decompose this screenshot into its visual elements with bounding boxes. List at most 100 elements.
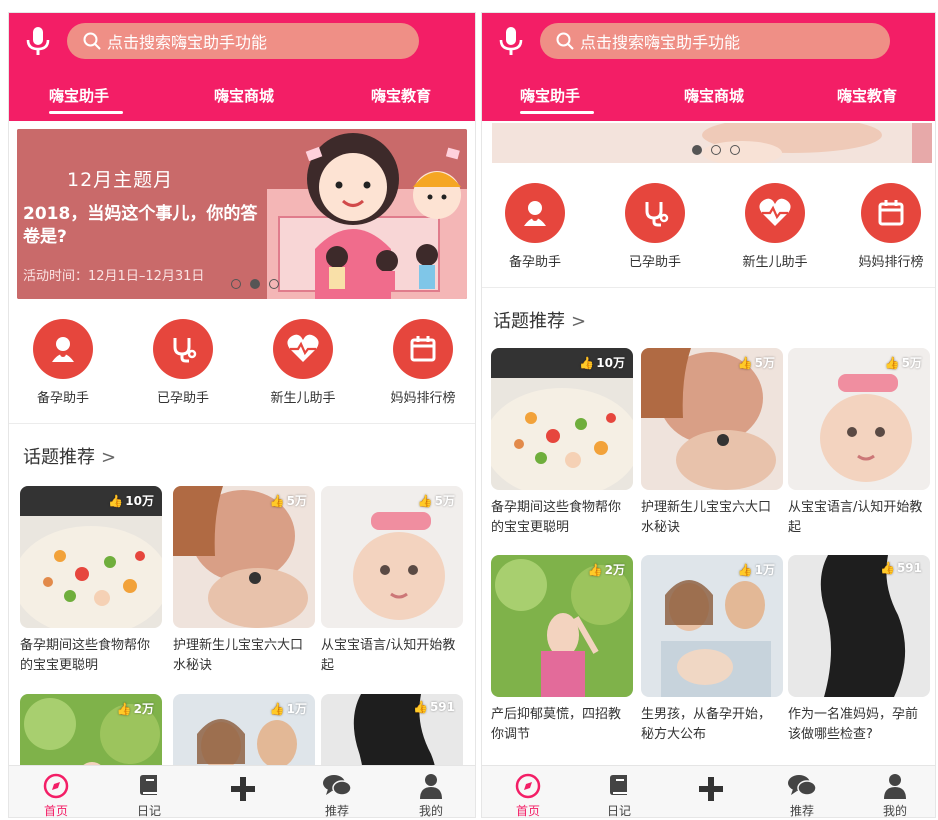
topic-card[interactable]: 👍 10万 备孕期间这些食物帮你的宝宝更聪明: [20, 486, 162, 676]
like-value: 10万: [596, 356, 625, 370]
section-title: 话题推荐: [493, 311, 565, 332]
carousel-dot[interactable]: [269, 279, 279, 289]
tab-mall[interactable]: 嗨宝商城: [214, 85, 274, 106]
like-count: 👍 5万: [738, 354, 775, 371]
quick-icon-pregnancy[interactable]: 已孕助手: [600, 183, 710, 270]
topic-card[interactable]: 👍 591 作为一名准妈妈，孕前该做哪些检查?: [788, 555, 930, 745]
stethoscope-icon: [153, 319, 213, 379]
banner-title: 12月主题月: [67, 169, 174, 191]
topic-image-silhouette: 👍 591: [788, 555, 930, 697]
like-count: 👍 1万: [270, 700, 307, 717]
nav-diary[interactable]: 日记: [109, 772, 189, 818]
thumbs-up-icon: 👍: [269, 493, 285, 508]
app-header: 点击搜索嗨宝助手功能 嗨宝助手 嗨宝商城 嗨宝教育: [9, 13, 475, 121]
person-icon: [420, 774, 442, 799]
nav-home[interactable]: 首页: [16, 772, 96, 818]
calendar-icon: [393, 319, 453, 379]
topic-card[interactable]: 👍 5万 护理新生儿宝宝六大口水秘诀: [173, 486, 315, 676]
nav-add[interactable]: [203, 772, 283, 806]
quick-icon-pregnancy[interactable]: 已孕助手: [128, 319, 238, 406]
quick-icon-label: 妈妈排行榜: [858, 255, 924, 270]
top-tabs: 嗨宝助手 嗨宝商城 嗨宝教育: [9, 69, 475, 121]
topic-image-mother-baby: 👍 5万: [641, 348, 783, 490]
nav-label: 首页: [43, 804, 68, 818]
nav-mine[interactable]: 我的: [391, 772, 471, 817]
nav-diary[interactable]: 日记: [579, 772, 659, 818]
stethoscope-icon: [625, 183, 685, 243]
topics-section-header[interactable]: 话题推荐 >: [23, 443, 116, 469]
quick-icon-label: 新生儿助手: [270, 391, 336, 406]
quick-icon-label: 已孕助手: [156, 391, 209, 406]
phone-screen-home: 点击搜索嗨宝助手功能 嗨宝助手 嗨宝商城 嗨宝教育 12月主题月 2018，当妈…: [8, 12, 476, 818]
book-icon: [610, 775, 627, 795]
tab-assistant[interactable]: 嗨宝助手: [520, 85, 580, 106]
topic-card[interactable]: 👍 5万 护理新生儿宝宝六大口水秘诀: [641, 348, 783, 538]
topic-caption: 从宝宝语言/认知开始教起: [321, 638, 456, 673]
topic-card[interactable]: 👍 10万 备孕期间这些食物帮你的宝宝更聪明: [491, 348, 633, 538]
topic-image-outdoor: 👍 2万: [491, 555, 633, 697]
topic-caption: 产后抑郁莫慌，四招教你调节: [491, 707, 622, 742]
like-count: 👍 10万: [108, 492, 154, 509]
search-input[interactable]: 点击搜索嗨宝助手功能: [67, 23, 419, 59]
quick-icon-prepregnancy[interactable]: 备孕助手: [9, 319, 118, 406]
tab-mall[interactable]: 嗨宝商城: [684, 85, 744, 106]
chevron-right-icon: >: [101, 447, 117, 468]
quick-icon-ranking[interactable]: 妈妈排行榜: [836, 183, 935, 270]
plus-icon: [699, 777, 723, 801]
topic-card[interactable]: 👍 5万 从宝宝语言/认知开始教起: [321, 486, 463, 676]
tab-education[interactable]: 嗨宝教育: [371, 85, 431, 106]
thumbs-up-icon: 👍: [587, 562, 603, 577]
quick-icon-newborn[interactable]: 新生儿助手: [248, 319, 358, 406]
heartbeat-icon: [273, 319, 333, 379]
nav-recommend[interactable]: 推荐: [297, 772, 377, 817]
banner-subtitle: 2018，当妈这个事儿，你的答卷是?: [23, 204, 258, 247]
microphone-icon[interactable]: [498, 26, 524, 58]
topic-card[interactable]: 👍 1万 生男孩，从备孕开始，秘方大公布: [641, 555, 783, 745]
carousel-dot[interactable]: [711, 145, 721, 155]
active-tab-indicator: [49, 111, 123, 114]
thumbs-up-icon: 👍: [579, 355, 595, 370]
carousel-dot[interactable]: [730, 145, 740, 155]
person-icon: [884, 774, 906, 799]
nav-label: 日记: [136, 804, 161, 818]
active-tab-indicator: [520, 111, 594, 114]
topic-image-baby: 👍 5万: [788, 348, 930, 490]
tab-assistant[interactable]: 嗨宝助手: [49, 85, 109, 106]
nav-label: 日记: [606, 804, 631, 818]
promo-banner-scrolled[interactable]: [492, 123, 932, 163]
search-row: 点击搜索嗨宝助手功能: [9, 13, 475, 69]
carousel-dot-active[interactable]: [692, 145, 702, 155]
nav-home[interactable]: 首页: [488, 772, 568, 817]
topic-card[interactable]: 👍 5万 从宝宝语言/认知开始教起: [788, 348, 930, 538]
thumbs-up-icon: 👍: [108, 493, 124, 508]
like-count: 👍 1万: [738, 561, 775, 578]
nav-add[interactable]: [671, 772, 751, 806]
thumbs-up-icon: 👍: [116, 701, 132, 716]
thumbs-up-icon: 👍: [269, 701, 285, 716]
search-input[interactable]: 点击搜索嗨宝助手功能: [540, 23, 890, 59]
quick-icons: 备孕助手 已孕助手 新生儿助手 妈妈排行榜: [482, 183, 935, 283]
nav-mine[interactable]: 我的: [855, 772, 935, 818]
nav-recommend[interactable]: 推荐: [762, 772, 842, 817]
baby-icon: [33, 319, 93, 379]
topic-caption: 护理新生儿宝宝六大口水秘诀: [173, 638, 304, 673]
topic-caption: 备孕期间这些食物帮你的宝宝更聪明: [20, 638, 151, 673]
topics-section-header[interactable]: 话题推荐 >: [493, 307, 586, 333]
microphone-icon[interactable]: [25, 26, 51, 58]
topic-card[interactable]: 👍 2万 产后抑郁莫慌，四招教你调节: [491, 555, 633, 745]
search-placeholder: 点击搜索嗨宝助手功能: [580, 33, 741, 52]
tab-education[interactable]: 嗨宝教育: [837, 85, 897, 106]
like-value: 5万: [754, 356, 775, 370]
chevron-right-icon: >: [571, 311, 587, 332]
banner-photo: [492, 123, 932, 163]
search-placeholder: 点击搜索嗨宝助手功能: [107, 33, 268, 52]
section-divider: [482, 287, 935, 288]
promo-banner[interactable]: 12月主题月 2018，当妈这个事儿，你的答卷是? 活动时间：12月1日–12月…: [17, 129, 467, 299]
quick-icon-prepregnancy[interactable]: 备孕助手: [482, 183, 590, 270]
banner-date: 活动时间：12月1日–12月31日: [23, 269, 205, 284]
nav-label: 我的: [882, 804, 907, 818]
quick-icon-newborn[interactable]: 新生儿助手: [720, 183, 830, 270]
quick-icon-ranking[interactable]: 妈妈排行榜: [368, 319, 475, 406]
carousel-dot-active[interactable]: [250, 279, 260, 289]
carousel-dot[interactable]: [231, 279, 241, 289]
